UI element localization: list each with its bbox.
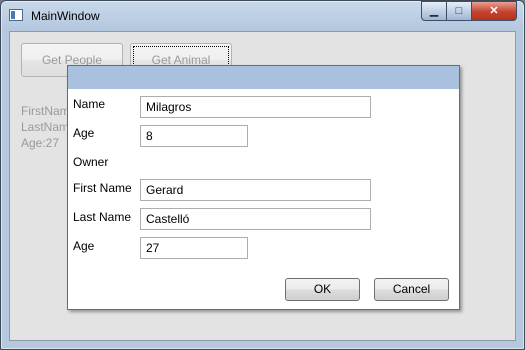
cancel-button[interactable]: Cancel bbox=[374, 278, 449, 301]
info-last-name: LastNam bbox=[21, 120, 70, 134]
close-icon: ✕ bbox=[489, 5, 499, 17]
ok-button[interactable]: OK bbox=[285, 278, 360, 301]
minimize-icon: ▁ bbox=[429, 5, 439, 17]
dialog-title-bar[interactable] bbox=[68, 66, 459, 89]
maximize-button[interactable]: □ bbox=[446, 1, 472, 21]
app-window-icon bbox=[9, 9, 23, 21]
name-field[interactable]: Milagros bbox=[140, 96, 371, 118]
minimize-button[interactable]: ▁ bbox=[421, 1, 447, 21]
animal-dialog: Name Milagros Age 8 Owner First Name Ger… bbox=[67, 65, 460, 310]
last-name-field[interactable]: Castelló bbox=[140, 208, 371, 230]
close-button[interactable]: ✕ bbox=[471, 1, 517, 21]
owner-label: Owner bbox=[73, 155, 109, 169]
main-window: MainWindow ▁ □ ✕ Get People Get Animal F… bbox=[0, 0, 525, 350]
title-bar[interactable]: MainWindow ▁ □ ✕ bbox=[1, 1, 524, 31]
age-field[interactable]: 8 bbox=[140, 125, 248, 147]
name-label: Name bbox=[73, 97, 106, 111]
first-name-field[interactable]: Gerard bbox=[140, 179, 371, 201]
info-first-name: FirstNam bbox=[21, 104, 70, 118]
age-label: Age bbox=[73, 126, 95, 140]
owner-age-label: Age bbox=[73, 239, 95, 253]
window-title: MainWindow bbox=[31, 9, 100, 23]
info-age: Age:27 bbox=[21, 136, 60, 150]
maximize-icon: □ bbox=[455, 5, 463, 17]
first-name-label: First Name bbox=[73, 181, 132, 195]
owner-age-field[interactable]: 27 bbox=[140, 237, 248, 259]
last-name-label: Last Name bbox=[73, 210, 132, 224]
